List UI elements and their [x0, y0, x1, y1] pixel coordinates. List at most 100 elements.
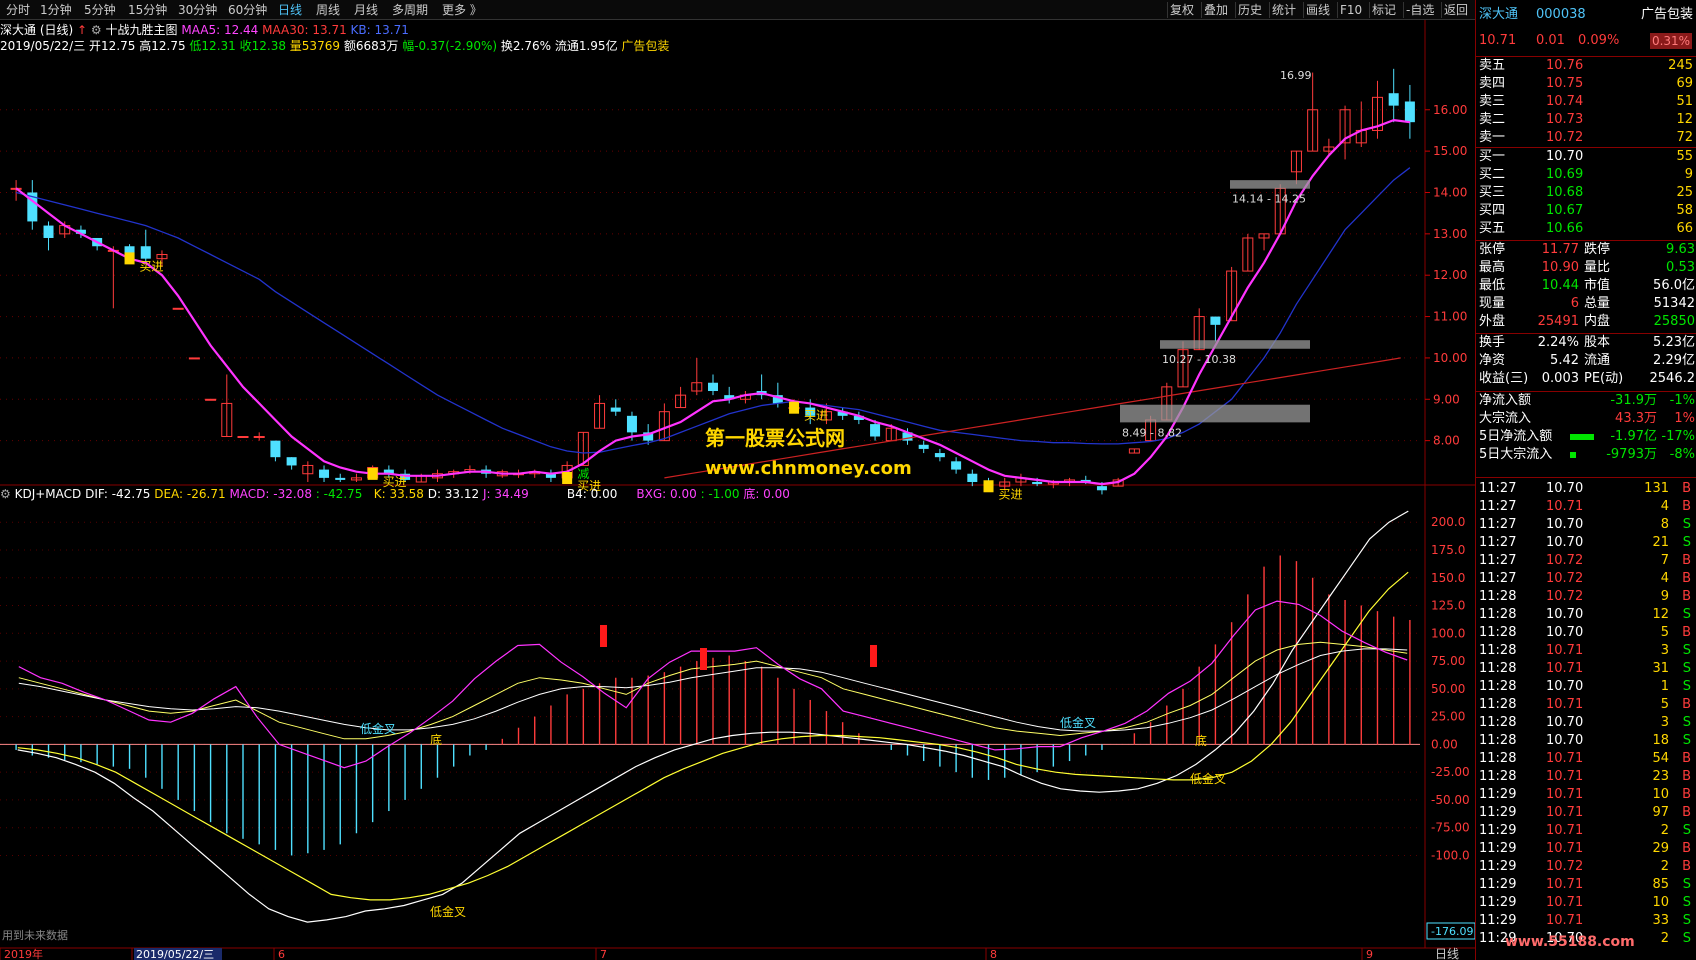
stat-value: 0.53 [1666, 260, 1695, 275]
bid-volume: 25 [1676, 185, 1693, 200]
ask-volume: 51 [1676, 94, 1693, 109]
tool-button-6[interactable]: 标记 [1372, 2, 1396, 18]
flow-row: 5日大宗流入 -9793万 -8% [1476, 446, 1696, 464]
kline-chart[interactable]: 16.00 15.00 14.00 13.00 12.00 11.00 10.00 9.00 8… [0, 0, 1475, 960]
bar-amount: 额6683万 [343, 39, 399, 53]
tick-side: B [1682, 841, 1691, 856]
tick-side: S [1682, 931, 1691, 946]
tick-time: 11:29 [1479, 913, 1517, 928]
fund-label: PE(动) [1584, 371, 1624, 386]
tool-button-3[interactable]: 统计 [1272, 2, 1296, 18]
d-value: D: 33.12 [427, 487, 480, 501]
tick-time: 11:29 [1479, 841, 1517, 856]
flow-row: 大宗流入 43.3万 1% [1476, 410, 1696, 428]
toolbar-divider [1167, 2, 1168, 18]
bid-row: 买三 10.68 25 [1476, 184, 1696, 202]
stock-title[interactable]: 深大通 (日线) [0, 23, 73, 37]
tool-button-5[interactable]: F10 [1340, 2, 1362, 18]
tick-volume: 33 [1652, 913, 1669, 928]
bid-label: 买四 [1479, 203, 1506, 218]
price-tick-label: 8.00 [1433, 434, 1460, 448]
tool-button-7[interactable]: -自选 [1406, 2, 1434, 18]
period-tab-1[interactable]: 1分钟 [40, 2, 72, 18]
stat-value: 10.90 [1541, 260, 1579, 275]
tick-row: 11:28 10.71 3 S [1476, 642, 1696, 660]
tick-row: 11:27 10.70 8 S [1476, 516, 1696, 534]
tick-row: 11:29 10.71 33 S [1476, 912, 1696, 930]
bar-high: 高12.75 [139, 39, 186, 53]
period-tab-4[interactable]: 30分钟 [178, 2, 217, 18]
stat-value: 11.77 [1541, 242, 1579, 257]
period-tab-6[interactable]: 日线 [278, 2, 302, 18]
ask-row: 卖四 10.75 69 [1476, 75, 1696, 93]
period-tab-2[interactable]: 5分钟 [84, 2, 116, 18]
sub-tick-label: 100.0 [1431, 626, 1465, 640]
tick-side: B [1682, 589, 1691, 604]
tick-volume: 131 [1644, 481, 1669, 496]
tick-price: 10.71 [1546, 823, 1584, 838]
toolbar-divider [1337, 2, 1338, 18]
candle-body [610, 407, 621, 412]
flow-row: 净流入额 -31.9万 -1% [1476, 392, 1696, 410]
tick-time: 11:29 [1479, 895, 1517, 910]
price-change: 0.01 [1536, 33, 1565, 48]
kdj-signal-label: 低金叉 [360, 721, 396, 736]
tick-price: 10.71 [1546, 895, 1584, 910]
price-tick-label: 16.00 [1433, 103, 1467, 117]
bar-open: 开12.75 [89, 39, 136, 53]
stat-value: 51342 [1653, 296, 1695, 311]
stat-label: 总量 [1584, 296, 1611, 311]
fund-label: 收益(三) [1479, 371, 1529, 386]
candle-body [188, 357, 200, 360]
sub-tick-label: 25.00 [1431, 710, 1465, 724]
sub-indicator-name[interactable]: KDJ+MACD [15, 487, 82, 501]
indicator-name[interactable]: 十战九胜主图 [106, 23, 178, 37]
tick-side: B [1682, 805, 1691, 820]
fund-label: 流通 [1584, 353, 1611, 368]
period-tab-0[interactable]: 分时 [6, 2, 30, 18]
tick-volume: 12 [1652, 607, 1669, 622]
flow-value: -31.9万 [1610, 393, 1657, 408]
tick-time: 11:28 [1479, 769, 1517, 784]
ad-link[interactable]: 广告包装 [621, 39, 669, 53]
ask-label: 卖五 [1479, 58, 1506, 73]
toolbar-divider [1269, 2, 1270, 18]
sub-tick-label: 200.0 [1431, 515, 1465, 529]
tick-volume: 4 [1660, 571, 1669, 586]
stat-label: 市值 [1584, 278, 1611, 293]
price-zone-label: 10.27 - 10.38 [1162, 353, 1236, 366]
candle-body [1096, 486, 1107, 491]
stat-value: 25491 [1537, 314, 1579, 329]
period-tab-5[interactable]: 60分钟 [228, 2, 267, 18]
tool-button-1[interactable]: 叠加 [1204, 2, 1228, 18]
tick-volume: 85 [1652, 877, 1669, 892]
tick-volume: 8 [1660, 517, 1669, 532]
period-tab-10[interactable]: 更多 》 [442, 2, 482, 18]
tool-button-8[interactable]: 返回 [1444, 2, 1468, 18]
tool-button-2[interactable]: 历史 [1238, 2, 1262, 18]
period-tab-3[interactable]: 15分钟 [128, 2, 167, 18]
ask-price: 10.75 [1546, 76, 1584, 91]
period-tab-9[interactable]: 多周期 [392, 2, 428, 18]
tick-side: B [1682, 571, 1691, 586]
tick-time: 11:29 [1479, 805, 1517, 820]
period-tab-7[interactable]: 周线 [316, 2, 340, 18]
price-tick-label: 12.00 [1433, 268, 1467, 282]
period-tab-8[interactable]: 月线 [354, 2, 378, 18]
candle-body [918, 444, 929, 449]
tick-side: S [1682, 679, 1691, 694]
pct-badge: 0.31% [1650, 33, 1692, 49]
settings-icon[interactable]: ⚙ [0, 487, 11, 501]
x2-value: : -1.00 [700, 487, 740, 501]
tick-side: S [1682, 823, 1691, 838]
ask-price: 10.76 [1546, 58, 1584, 73]
kdj-signal-label: 低金叉 [1060, 715, 1096, 730]
tick-row: 11:28 10.71 23 B [1476, 768, 1696, 786]
tool-button-0[interactable]: 复权 [1170, 2, 1194, 18]
tick-price: 10.71 [1546, 697, 1584, 712]
stat-label: 外盘 [1479, 314, 1506, 329]
settings-icon[interactable]: ⚙ [91, 23, 102, 37]
tool-button-4[interactable]: 画线 [1306, 2, 1330, 18]
fund-value: 2.24% [1537, 335, 1579, 350]
tick-side: S [1682, 913, 1691, 928]
